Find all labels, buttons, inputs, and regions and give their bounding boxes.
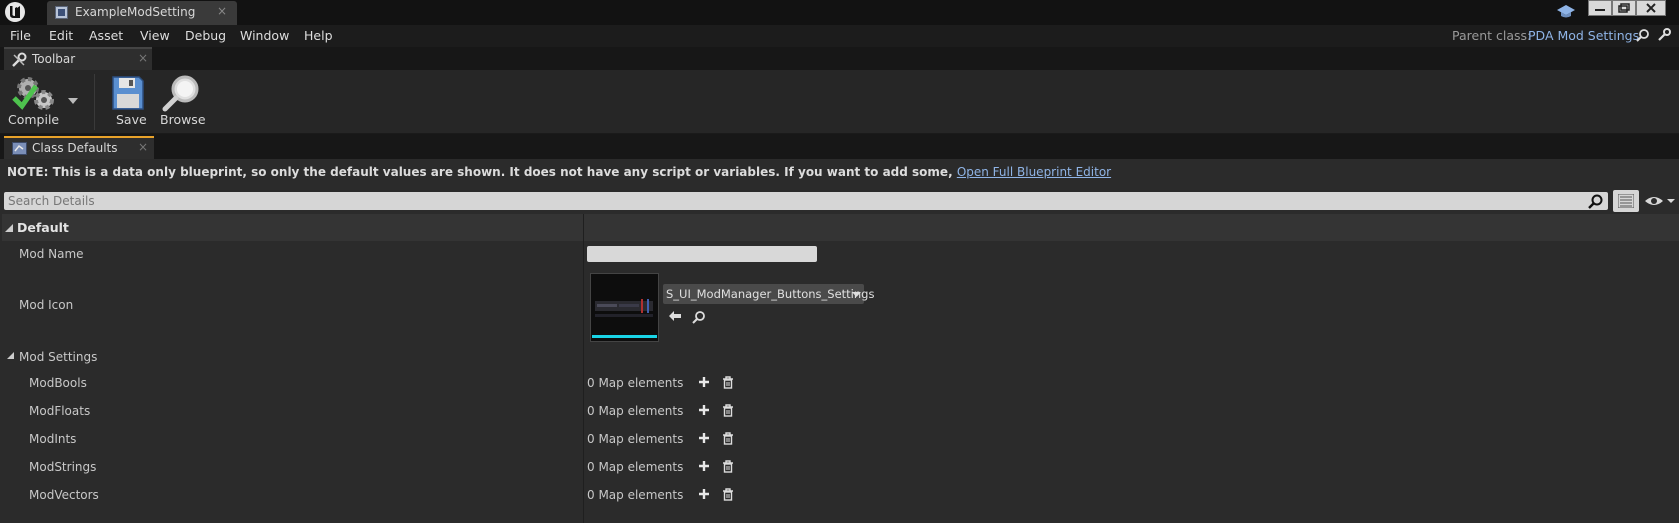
toolbar-tab-label: Toolbar <box>32 52 76 66</box>
map-elements-count: 0 Map elements <box>587 404 684 418</box>
class-defaults-tab-strip <box>0 134 1679 159</box>
trash-icon[interactable] <box>722 488 734 501</box>
map-elements-count: 0 Map elements <box>587 460 684 474</box>
close-window-button[interactable] <box>1636 0 1666 16</box>
compile-gear-icon <box>12 77 54 110</box>
property-label-mod-bools: ModBools <box>29 376 87 390</box>
mod-name-input[interactable] <box>587 246 817 262</box>
category-default-header[interactable] <box>2 214 1679 241</box>
menu-edit[interactable]: Edit <box>49 28 73 43</box>
mod-icon-asset-combo[interactable]: S_UI_ModManager_Buttons_Settings <box>663 284 874 304</box>
toolbar-separator <box>94 74 95 130</box>
title-bar <box>0 0 1679 25</box>
trash-icon[interactable] <box>722 376 734 389</box>
property-matrix-button[interactable] <box>1613 190 1639 212</box>
save-button[interactable]: Save <box>108 74 150 130</box>
minimize-icon <box>1595 9 1605 11</box>
toolbar-tab-strip <box>0 47 1679 70</box>
map-elements-count: 0 Map elements <box>587 376 684 390</box>
save-disk-icon <box>112 76 144 110</box>
close-icon <box>1646 3 1656 13</box>
column-splitter[interactable] <box>583 214 584 523</box>
property-label-mod-settings: Mod Settings <box>19 350 98 364</box>
category-default-label: Default <box>17 220 69 235</box>
data-only-note: NOTE: This is a data only blueprint, so … <box>7 165 1111 179</box>
trash-icon[interactable] <box>722 404 734 417</box>
search-icon[interactable] <box>1636 28 1650 42</box>
trash-icon[interactable] <box>722 432 734 445</box>
add-plus-icon[interactable] <box>698 432 710 444</box>
property-label-mod-name: Mod Name <box>19 247 84 261</box>
search-details-box[interactable] <box>4 192 1608 210</box>
unreal-logo-icon[interactable] <box>4 1 26 23</box>
search-details-input[interactable] <box>8 192 1578 210</box>
note-text: NOTE: This is a data only blueprint, so … <box>7 165 957 179</box>
browse-label: Browse <box>160 112 206 127</box>
collapse-arrow-icon[interactable] <box>7 352 14 359</box>
eye-icon[interactable] <box>1644 193 1676 209</box>
add-plus-icon[interactable] <box>698 404 710 416</box>
map-elements-count: 0 Map elements <box>587 432 684 446</box>
browse-button[interactable]: Browse <box>158 74 208 130</box>
chevron-down-icon <box>852 292 861 297</box>
menu-debug[interactable]: Debug <box>185 28 226 43</box>
add-plus-icon[interactable] <box>698 460 710 472</box>
save-label: Save <box>116 112 147 127</box>
tab-toolbar[interactable]: Toolbar × <box>4 47 152 70</box>
wrench-icon <box>12 52 27 67</box>
menu-file[interactable]: File <box>10 28 31 43</box>
menu-window[interactable]: Window <box>240 28 289 43</box>
browse-asset-search-icon[interactable] <box>692 310 706 324</box>
menu-view[interactable]: View <box>140 28 170 43</box>
compile-label: Compile <box>8 112 60 127</box>
restore-icon <box>1618 3 1630 13</box>
list-view-icon <box>1618 194 1634 208</box>
mod-icon-thumbnail[interactable] <box>590 273 659 342</box>
document-tab-title: ExampleModSetting <box>75 5 196 19</box>
tab-close-icon[interactable]: × <box>138 51 148 65</box>
compile-options-dropdown[interactable] <box>68 98 78 104</box>
property-label-mod-strings: ModStrings <box>29 460 97 474</box>
tab-class-defaults[interactable]: Class Defaults × <box>4 136 154 159</box>
property-label-mod-ints: ModInts <box>29 432 77 446</box>
wrench-icon[interactable] <box>1657 28 1671 42</box>
use-selected-arrow-icon[interactable] <box>668 310 682 322</box>
collapse-arrow-icon[interactable] <box>5 224 13 232</box>
document-tab[interactable]: ExampleModSetting × <box>47 1 237 25</box>
class-defaults-tab-label: Class Defaults <box>32 141 118 155</box>
menu-help[interactable]: Help <box>304 28 333 43</box>
graduation-cap-icon[interactable] <box>1556 3 1576 21</box>
compile-button[interactable]: Compile <box>6 72 64 130</box>
restore-button[interactable] <box>1612 0 1636 16</box>
add-plus-icon[interactable] <box>698 488 710 500</box>
tab-close-icon[interactable]: × <box>217 4 227 18</box>
search-icon[interactable] <box>1588 194 1603 209</box>
tab-close-icon[interactable]: × <box>138 140 148 154</box>
menu-asset[interactable]: Asset <box>89 28 123 43</box>
trash-icon[interactable] <box>722 460 734 473</box>
minimize-button[interactable] <box>1588 0 1612 16</box>
parent-class-link[interactable]: PDA Mod Settings <box>1528 28 1639 43</box>
property-label-mod-floats: ModFloats <box>29 404 91 418</box>
property-label-mod-vectors: ModVectors <box>29 488 99 502</box>
toolbar <box>0 70 1679 134</box>
mod-icon-asset-name: S_UI_ModManager_Buttons_Settings <box>666 287 875 301</box>
property-label-mod-icon: Mod Icon <box>19 298 74 312</box>
blueprint-icon <box>55 6 68 19</box>
browse-magnifier-icon <box>162 75 199 112</box>
parent-class-label: Parent class: <box>1452 28 1532 43</box>
map-elements-count: 0 Map elements <box>587 488 684 502</box>
open-full-blueprint-editor-link[interactable]: Open Full Blueprint Editor <box>957 165 1111 179</box>
texture-preview <box>591 274 658 341</box>
add-plus-icon[interactable] <box>698 376 710 388</box>
class-defaults-icon <box>12 142 27 155</box>
